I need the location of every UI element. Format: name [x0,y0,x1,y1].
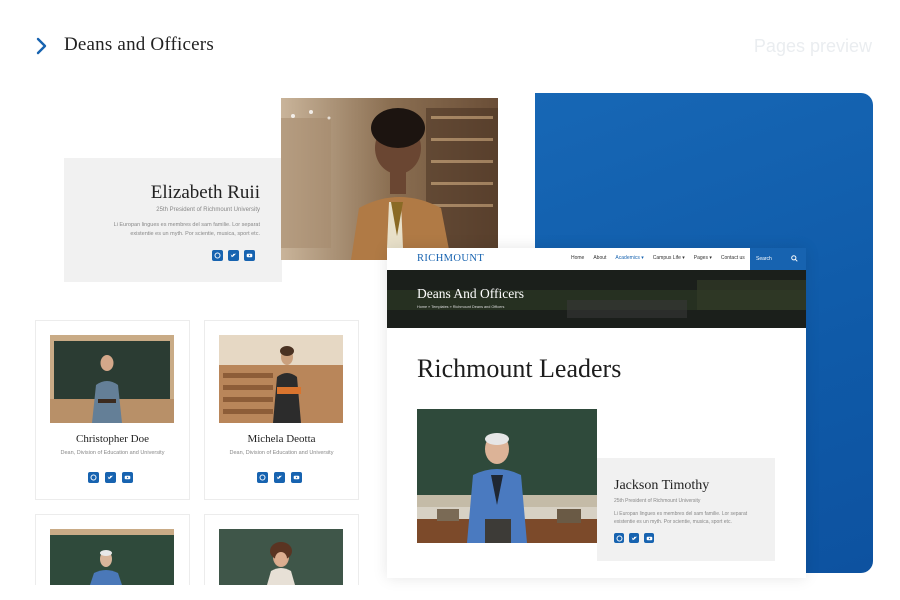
featured-name: Elizabeth Ruii [150,182,260,203]
pages-preview-label: Pages preview [753,36,872,56]
page-title: Deans and Officers [64,34,214,55]
youtube-icon[interactable] [122,472,133,483]
staff-role: Dean, Division of Education and Universi… [60,450,165,456]
staff-name: Christopher Doe [75,433,149,445]
twitter-icon[interactable] [105,472,116,483]
youtube-icon[interactable] [244,250,255,261]
staff-card: Christopher Doe Dean, Division of Educat… [35,320,190,500]
leader-social-links [614,533,654,543]
hero-title: Deans And Officers [417,286,524,301]
featured-photo [281,98,498,260]
staff-card [35,514,190,585]
search-icon [791,255,798,262]
search-label: Search [756,256,772,262]
staff-social-links [88,472,133,483]
staff-name: Michela Deotta [247,433,316,445]
nav-item-contact[interactable]: Contact us [721,255,745,261]
staff-photo [50,529,174,585]
leader-description: Li Europan lingues es membres del sam fa… [614,511,748,525]
facebook-icon[interactable] [614,533,624,543]
nav-item-academics[interactable]: Academics ▾ [615,255,643,261]
leader-role: 25th President of Richmount University [614,498,701,504]
chevron-right-icon [36,37,47,55]
nav-item-home[interactable]: Home [571,255,584,261]
featured-role: 25th President of Richmount University [156,207,260,213]
leader-name: Jackson Timothy [614,478,710,493]
nav-item-campus-life[interactable]: Campus Life ▾ [653,255,685,261]
twitter-icon[interactable] [629,533,639,543]
staff-photo [219,335,343,423]
staff-role: Dean, Division of Education and Universi… [229,450,334,456]
twitter-icon[interactable] [274,472,285,483]
twitter-icon[interactable] [228,250,239,261]
section-title: Richmount Leaders [417,354,622,383]
facebook-icon[interactable] [212,250,223,261]
site-navbar: RICHMOUNT Home About Academics ▾ Campus … [387,248,806,270]
youtube-icon[interactable] [291,472,302,483]
featured-description: Li Europan lingues es membres del sam fa… [113,222,260,237]
facebook-icon[interactable] [257,472,268,483]
site-nav-menu: Home About Academics ▾ Campus Life ▾ Pag… [571,255,745,261]
staff-card [204,514,359,585]
featured-card [64,158,282,282]
website-preview: RICHMOUNT Home About Academics ▾ Campus … [387,248,806,578]
featured-social-links [212,250,255,261]
staff-photo [219,529,343,585]
site-logo[interactable]: RICHMOUNT [417,253,484,264]
nav-item-pages[interactable]: Pages ▾ [694,255,712,261]
leader-photo [417,409,597,543]
nav-item-about[interactable]: About [593,255,606,261]
staff-photo [50,335,174,423]
breadcrumb[interactable]: Home » Templates » Richmount Deans and O… [417,305,504,309]
facebook-icon[interactable] [88,472,99,483]
youtube-icon[interactable] [644,533,654,543]
staff-card: Michela Deotta Dean, Division of Educati… [204,320,359,500]
staff-social-links [257,472,302,483]
search-button[interactable]: Search [750,248,806,270]
